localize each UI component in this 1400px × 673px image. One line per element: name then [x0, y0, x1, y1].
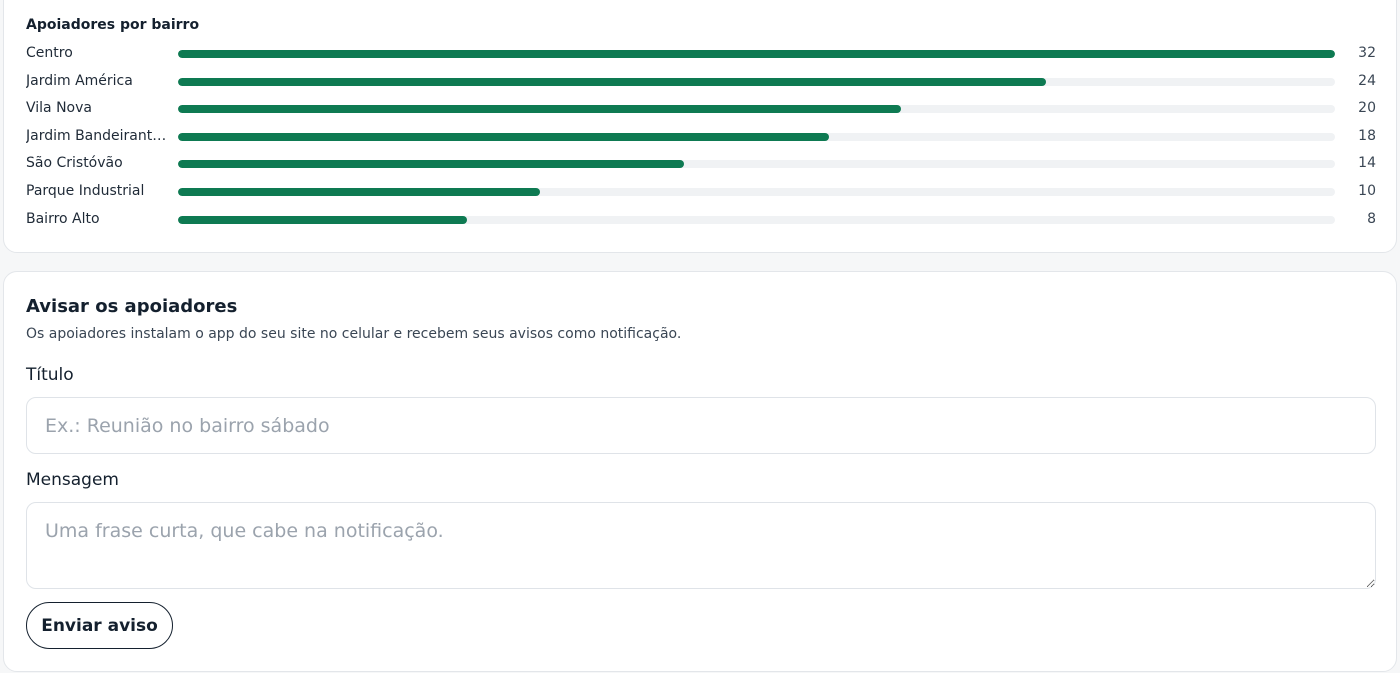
- stats-row: Vila Nova 20: [4, 98, 1396, 118]
- neighborhood-label: São Cristóvão: [26, 155, 123, 172]
- supporter-count: 20: [1358, 100, 1376, 117]
- bar-track: [178, 77, 1335, 86]
- supporter-count: 8: [1367, 210, 1376, 227]
- supporters-by-neighborhood-card: Apoiadores por bairro Centro 32 Jardim Amé…: [3, 0, 1397, 253]
- supporter-count: 18: [1358, 127, 1376, 144]
- stats-row: São Cristóvão 14: [4, 153, 1396, 173]
- notify-description: Os apoiadores instalam o app do seu site…: [26, 326, 682, 342]
- message-textarea[interactable]: [26, 502, 1376, 589]
- bar-track: [178, 50, 1335, 58]
- message-label: Mensagem: [26, 470, 119, 490]
- bar-fill: [178, 215, 468, 224]
- send-notice-button[interactable]: Enviar aviso: [26, 602, 173, 649]
- neighborhood-label: Jardim América: [26, 72, 133, 89]
- title-label: Título: [26, 365, 74, 385]
- bar-fill: [178, 132, 829, 141]
- supporter-count: 32: [1358, 45, 1376, 61]
- stats-title: Apoiadores por bairro: [26, 17, 200, 33]
- bar-fill: [178, 77, 1046, 86]
- neighborhood-label: Centro: [26, 45, 73, 61]
- notify-supporters-card: Avisar os apoiadores Os apoiadores insta…: [3, 271, 1397, 672]
- bar-track: [178, 160, 1335, 169]
- bar-track: [178, 132, 1335, 141]
- bar-fill: [178, 50, 1335, 58]
- stats-row: Jardim Bandeirant… 18: [4, 126, 1396, 146]
- stats-row: Centro 32: [4, 43, 1396, 63]
- notify-title: Avisar os apoiadores: [26, 296, 238, 317]
- neighborhood-label: Bairro Alto: [26, 210, 100, 227]
- bar-fill: [178, 105, 902, 114]
- neighborhood-label: Parque Industrial: [26, 183, 145, 199]
- title-input[interactable]: [26, 397, 1376, 454]
- bar-track: [178, 105, 1335, 114]
- bar-track: [178, 188, 1335, 196]
- neighborhood-label: Jardim Bandeirant…: [26, 127, 167, 144]
- neighborhood-label: Vila Nova: [26, 100, 92, 117]
- supporter-count: 24: [1358, 72, 1376, 89]
- bar-track: [178, 215, 1335, 224]
- stats-row: Bairro Alto 8: [4, 209, 1396, 229]
- supporter-count: 10: [1358, 183, 1376, 199]
- stats-row: Jardim América 24: [4, 71, 1396, 91]
- stats-row: Parque Industrial 10: [4, 181, 1396, 201]
- supporter-count: 14: [1358, 155, 1376, 172]
- bar-fill: [178, 160, 685, 169]
- bar-fill: [178, 188, 540, 196]
